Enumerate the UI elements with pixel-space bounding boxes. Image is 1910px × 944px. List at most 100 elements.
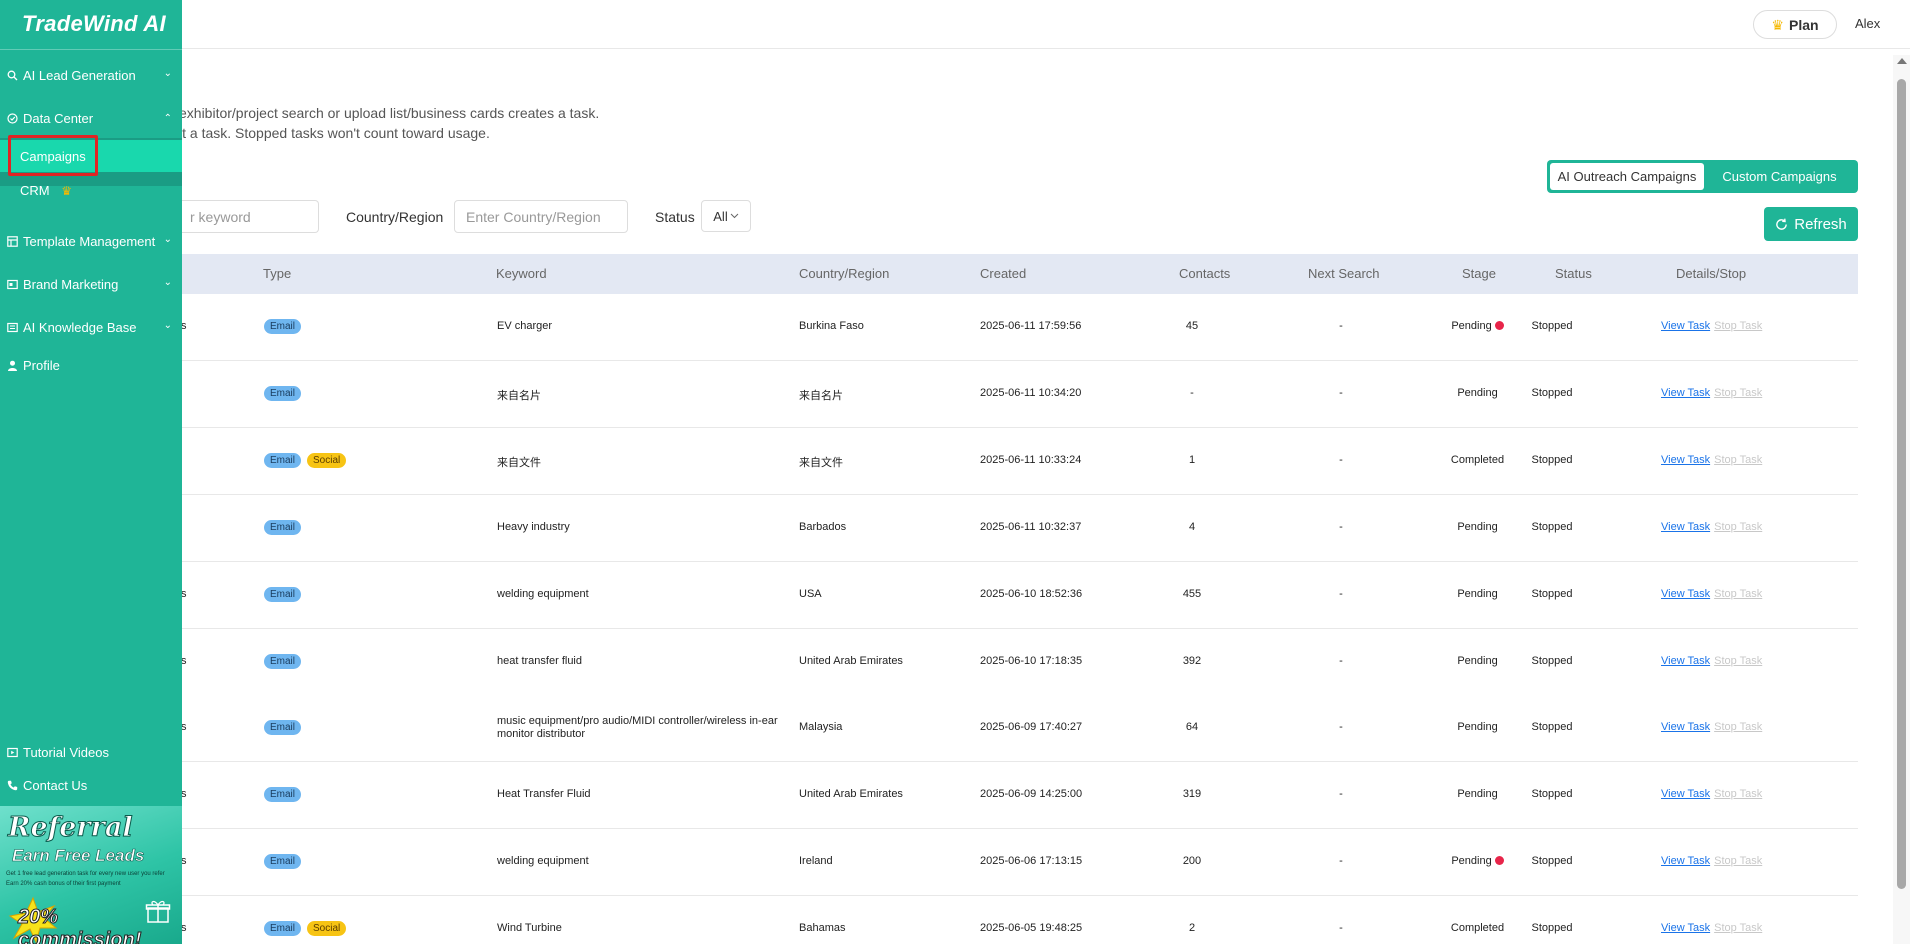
view-task-link[interactable]: View Task <box>1661 721 1710 733</box>
user-name[interactable]: Alex <box>1855 16 1880 31</box>
keyword-cell: 来自文件 <box>497 456 541 469</box>
contacts-cell: 200 <box>1182 855 1202 868</box>
status-select[interactable]: All <box>701 200 751 232</box>
row-actions: View Task Stop Task <box>1661 855 1762 867</box>
stop-task-link[interactable]: Stop Task <box>1714 387 1762 399</box>
view-task-link[interactable]: View Task <box>1661 855 1710 867</box>
stop-task-link[interactable]: Stop Task <box>1714 655 1762 667</box>
country-cell: 来自名片 <box>799 389 843 402</box>
chevron-down-icon: ⌄ <box>163 277 172 288</box>
stop-task-link[interactable]: Stop Task <box>1714 855 1762 867</box>
sidebar-item-label: Profile <box>23 357 60 373</box>
contacts-cell: 319 <box>1182 788 1202 801</box>
referral-title: Referral <box>8 812 134 844</box>
video-icon <box>7 747 18 758</box>
sidebar-item-ai-knowledge-base[interactable]: AI Knowledge Base ⌄ <box>0 316 182 338</box>
type-tags: Email Social <box>264 452 352 468</box>
created-cell: 2025-06-11 10:33:24 <box>980 453 1082 466</box>
country-cell: Malaysia <box>799 721 843 734</box>
sidebar-item-label: AI Knowledge Base <box>23 319 137 335</box>
row-actions: View Task Stop Task <box>1661 922 1762 934</box>
template-icon <box>7 235 18 247</box>
vertical-scrollbar[interactable] <box>1893 55 1910 944</box>
table-row: s Email heat transfer fluid United Arab Emi… <box>150 628 1858 696</box>
row-actions: View Task Stop Task <box>1661 588 1762 600</box>
plan-label: Plan <box>1788 16 1819 33</box>
sidebar-item-ai-lead-generation[interactable]: AI Lead Generation ⌄ <box>0 64 182 86</box>
social-tag: Social <box>307 452 347 468</box>
app-logo[interactable]: TradeWind AI <box>22 11 166 37</box>
notification-dot-icon <box>1494 856 1504 866</box>
status-cell: Stopped <box>1531 922 1573 935</box>
status-cell: Stopped <box>1531 453 1573 466</box>
table-row: s Email music equipment/pro audio/MIDI con… <box>150 695 1858 763</box>
view-task-link[interactable]: View Task <box>1661 521 1710 533</box>
contacts-cell: 392 <box>1182 654 1202 667</box>
keyword-cell: Heavy industry <box>497 520 570 533</box>
plan-button[interactable]: ♛ Plan <box>1753 10 1837 39</box>
sidebar-item-tutorial-videos[interactable]: Tutorial Videos <box>0 741 182 763</box>
row-actions: View Task Stop Task <box>1661 655 1762 667</box>
keyword-cell: Heat Transfer Fluid <box>497 788 591 801</box>
sidebar-item-label: Data Center <box>23 110 94 126</box>
sidebar-item-brand-marketing[interactable]: Brand Marketing ⌄ <box>0 273 182 295</box>
sidebar-item-label: Tutorial Videos <box>23 744 109 760</box>
table-row: s Email welding equipment Ireland 2025-06-06… <box>150 829 1858 897</box>
stage-text: Pending <box>1457 587 1498 600</box>
view-task-link[interactable]: View Task <box>1661 788 1710 800</box>
contacts-cell: 1 <box>1188 453 1196 466</box>
refresh-button[interactable]: Refresh <box>1764 207 1858 241</box>
email-tag: Email <box>264 787 302 803</box>
tab-custom-campaigns[interactable]: Custom Campaigns <box>1704 163 1855 190</box>
next-search-cell: - <box>1339 320 1343 332</box>
view-task-link[interactable]: View Task <box>1661 922 1710 934</box>
refresh-label: Refresh <box>1794 215 1847 233</box>
stop-task-link[interactable]: Stop Task <box>1714 320 1762 332</box>
table-row: Email Heavy industry Barbados 2025-06-11 10… <box>150 494 1858 562</box>
stop-task-link[interactable]: Stop Task <box>1714 922 1762 934</box>
next-search-cell: - <box>1339 520 1343 533</box>
stop-task-link[interactable]: Stop Task <box>1714 521 1762 533</box>
campaigns-table: Type Keyword Country/Region Created Cont… <box>150 254 1858 944</box>
sidebar-item-template-management[interactable]: Template Management ⌄ <box>0 230 182 252</box>
stop-task-link[interactable]: Stop Task <box>1714 454 1762 466</box>
created-cell: 2025-06-09 14:25:00 <box>980 788 1083 801</box>
type-tags: Email Social <box>264 921 352 937</box>
country-cell: United Arab Emirates <box>799 788 903 801</box>
row-actions: View Task Stop Task <box>1661 454 1762 466</box>
type-tags: Email <box>264 854 307 870</box>
knowledge-base-icon <box>7 322 18 333</box>
sidebar-item-profile[interactable]: Profile <box>0 354 182 376</box>
view-task-link[interactable]: View Task <box>1661 454 1710 466</box>
top-bar: ♛ Plan Alex <box>0 0 1910 49</box>
view-task-link[interactable]: View Task <box>1661 588 1710 600</box>
table-row: s Email Social Wind Turbine Bahamas 2025-06-0… <box>150 896 1858 944</box>
stop-task-link[interactable]: Stop Task <box>1714 588 1762 600</box>
sidebar-item-data-center[interactable]: Data Center ⌃ <box>0 107 182 129</box>
next-search-cell: - <box>1339 855 1343 868</box>
view-task-link[interactable]: View Task <box>1661 655 1710 667</box>
scrollbar-thumb[interactable] <box>1897 79 1906 889</box>
next-search-cell: - <box>1339 922 1343 935</box>
scroll-up-arrow-icon[interactable] <box>1897 58 1907 64</box>
table-header: Type Keyword Country/Region Created Cont… <box>150 254 1858 294</box>
stop-task-link[interactable]: Stop Task <box>1714 788 1762 800</box>
email-tag: Email <box>264 720 302 736</box>
column-header-created: Created <box>980 266 1027 281</box>
created-cell: 2025-06-06 17:13:15 <box>980 855 1083 868</box>
view-task-link[interactable]: View Task <box>1661 320 1710 332</box>
sidebar-item-crm[interactable]: CRM ♛ <box>20 183 72 198</box>
country-cell: Ireland <box>799 855 833 868</box>
status-cell: Stopped <box>1531 788 1573 801</box>
stop-task-link[interactable]: Stop Task <box>1714 721 1762 733</box>
user-icon <box>7 360 18 371</box>
tab-ai-outreach-campaigns[interactable]: AI Outreach Campaigns <box>1550 163 1704 190</box>
status-filter-label: Status <box>655 209 695 225</box>
sidebar-item-contact-us[interactable]: Contact Us <box>0 774 182 796</box>
referral-banner[interactable]: Referral Earn Free Leads Get 1 free lead… <box>0 806 182 944</box>
country-input[interactable]: Enter Country/Region <box>454 200 628 233</box>
page-description-line-2: lt a task. Stopped tasks won't count tow… <box>179 125 490 141</box>
view-task-link[interactable]: View Task <box>1661 387 1710 399</box>
contacts-cell: 2 <box>1188 922 1196 935</box>
contacts-cell: 45 <box>1185 320 1199 332</box>
